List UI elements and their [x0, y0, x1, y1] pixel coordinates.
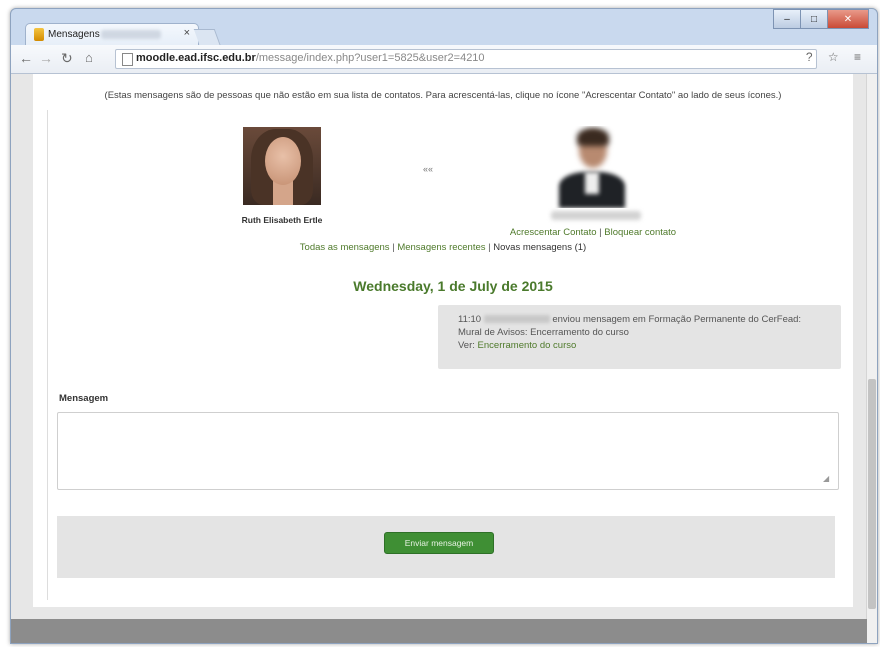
arrow-right-icon[interactable]: →: [39, 50, 53, 66]
url-text[interactable]: moodle.ead.ifsc.edu.br/message/index.php…: [136, 52, 485, 64]
avatar-face: [265, 137, 301, 185]
message-item: 11:10 enviou mensagem em Formação Perman…: [438, 305, 841, 369]
user-right-avatar[interactable]: [553, 126, 631, 208]
redacted-user-right-name: [551, 211, 641, 220]
message-link-prefix: Ver:: [458, 340, 478, 351]
url-host: moodle.ead.ifsc.edu.br: [136, 52, 256, 64]
close-window-button[interactable]: ✕: [827, 9, 869, 29]
conversation-arrows-icon: ««: [423, 164, 434, 174]
compose-label: Mensagem: [59, 393, 109, 404]
message-input[interactable]: [57, 412, 839, 490]
window-bottom-frame: [11, 619, 867, 643]
avatar-hair: [577, 128, 609, 146]
new-messages-link[interactable]: Novas mensagens (1): [493, 242, 586, 253]
recent-messages-link[interactable]: Mensagens recentes: [397, 242, 485, 253]
scrollbar-thumb[interactable]: [868, 379, 876, 609]
message-time: 11:10: [458, 314, 482, 325]
add-contact-link[interactable]: Acrescentar Contato: [510, 227, 597, 238]
contact-actions: Acrescentar Contato | Bloquear contato: [463, 227, 723, 238]
browser-tab[interactable]: Mensagens ×: [25, 23, 199, 46]
user-left-avatar[interactable]: [243, 127, 321, 205]
tab-close-icon[interactable]: ×: [184, 27, 190, 39]
arrow-left-icon[interactable]: ←: [19, 50, 33, 66]
message-text: 11:10 enviou mensagem em Formação Perman…: [458, 313, 818, 352]
message-link[interactable]: Encerramento do curso: [478, 340, 577, 351]
toolbar-menu-icons[interactable]: ? ☆ ≡: [806, 50, 867, 64]
block-contact-link[interactable]: Bloquear contato: [604, 227, 676, 238]
address-bar[interactable]: moodle.ead.ifsc.edu.br/message/index.php…: [115, 49, 817, 69]
message-page: (Estas mensagens são de pessoas que não …: [33, 74, 853, 607]
send-message-button[interactable]: Enviar mensagem: [384, 532, 494, 554]
date-heading: Wednesday, 1 de July de 2015: [353, 278, 553, 294]
avatar-collar: [585, 172, 599, 194]
window-controls: – □ ✕: [773, 9, 869, 29]
all-messages-link[interactable]: Todas as mensagens: [300, 242, 390, 253]
page-viewport: (Estas mensagens são de pessoas que não …: [11, 74, 867, 619]
moodle-favicon-icon: [34, 28, 44, 41]
maximize-button[interactable]: □: [800, 9, 828, 29]
home-icon[interactable]: ⌂: [85, 50, 93, 65]
redacted-tab-text: [101, 30, 161, 39]
browser-window: Mensagens × – □ ✕ ← → ↻ ⌂ moodle.ead.ifs…: [10, 8, 878, 644]
page-icon: [122, 53, 133, 66]
reload-icon[interactable]: ↻: [61, 50, 73, 67]
content-divider: [47, 110, 48, 600]
title-bar: Mensagens × – □ ✕: [11, 9, 877, 47]
url-path: /message/index.php?user1=5825&user2=4210: [255, 52, 485, 64]
browser-toolbar: ← → ↻ ⌂ moodle.ead.ifsc.edu.br/message/i…: [11, 45, 877, 74]
tab-title: Mensagens: [48, 29, 100, 40]
message-filters: Todas as mensagens | Mensagens recentes …: [193, 242, 693, 253]
page-scrollbar[interactable]: [866, 74, 877, 643]
minimize-button[interactable]: –: [773, 9, 801, 29]
resize-grip-icon[interactable]: ◢: [823, 474, 829, 483]
user-left-name[interactable]: Ruth Elisabeth Ertle: [203, 215, 361, 225]
redacted-sender-name: [483, 315, 550, 324]
non-contact-notice: (Estas mensagens são de pessoas que não …: [104, 90, 782, 101]
send-panel: Enviar mensagem: [57, 516, 835, 578]
